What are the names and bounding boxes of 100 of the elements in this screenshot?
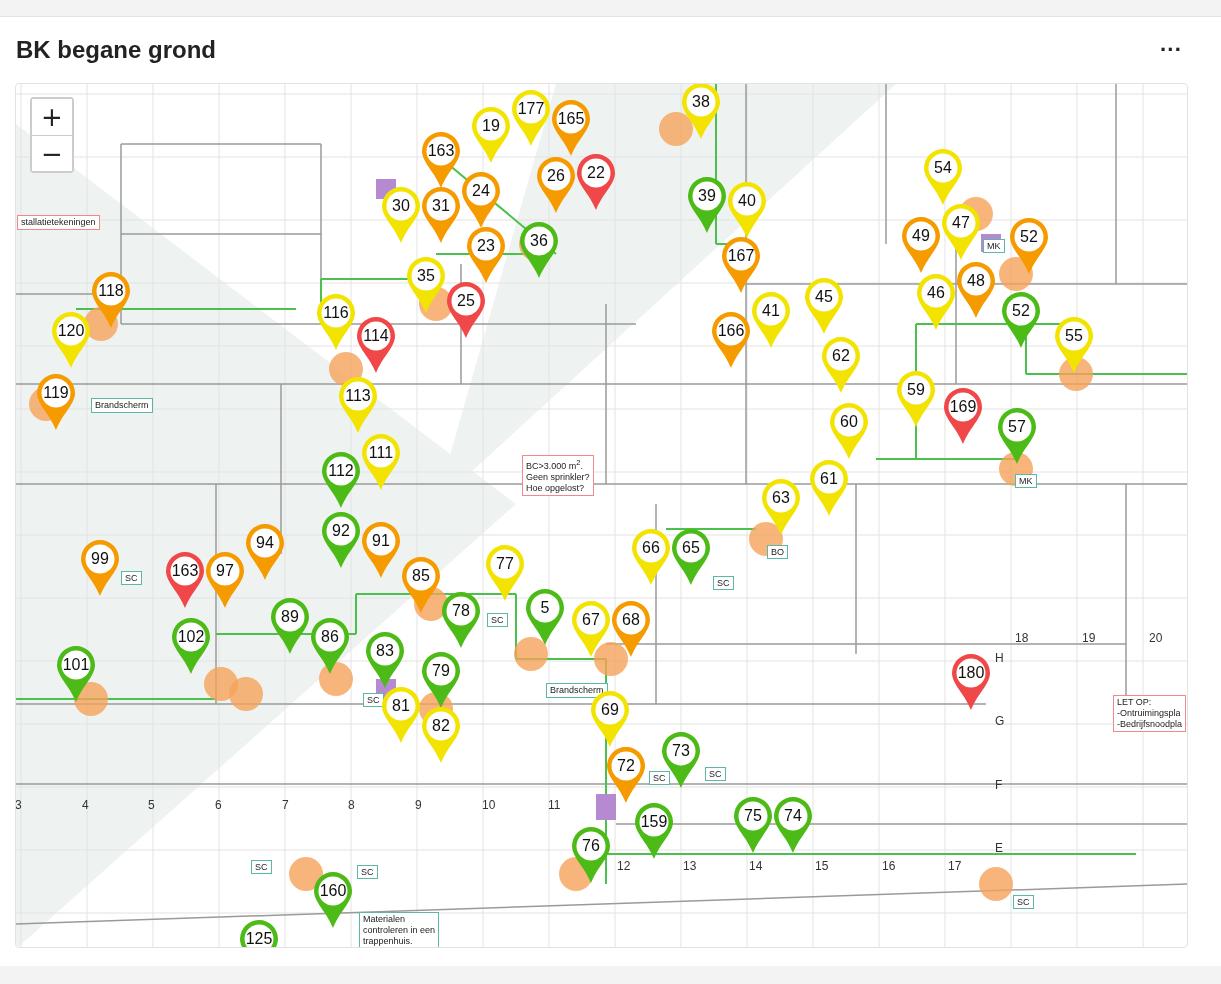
grid-axis-label: 4 [82,798,89,812]
map-pin[interactable]: 177 [511,89,551,147]
map-pin[interactable]: 61 [809,459,849,517]
more-menu-button[interactable]: ··· [1154,37,1188,63]
map-pin[interactable]: 112 [321,451,361,509]
map-pin[interactable]: 102 [171,617,211,675]
map-pin[interactable]: 97 [205,551,245,609]
map-pin[interactable]: 111 [361,433,401,491]
map-pin[interactable]: 25 [446,281,486,339]
zoom-out-button[interactable]: − [32,135,72,171]
map-pin[interactable]: 125 [239,919,279,947]
map-pin[interactable]: 41 [751,291,791,349]
grid-axis-label: 13 [683,859,697,873]
grid-axis-label: 15 [815,859,829,873]
map-pin[interactable]: 48 [956,261,996,319]
map-pin[interactable]: 85 [401,556,441,614]
map-annotation: BC>3.000 m$^{2}$. Geen sprinkler? Hoe opgelost? [522,455,594,496]
map-pin[interactable]: 163 [165,551,205,609]
map-pin[interactable]: 79 [421,651,461,709]
map-pin[interactable]: 94 [245,523,285,581]
map-pin[interactable]: 74 [773,796,813,854]
map-pin[interactable]: 101 [56,645,96,703]
map-pin[interactable]: 31 [421,186,461,244]
map-pin[interactable]: 89 [270,597,310,655]
map-pin[interactable]: 78 [441,591,481,649]
map-pin[interactable]: 72 [606,746,646,804]
grid-axis-label: 5 [148,798,155,812]
map-tag: BO [767,545,788,559]
grid-axis-label: 19 [1082,631,1096,645]
map-pin[interactable]: 35 [406,256,446,314]
map-pin[interactable]: 165 [551,99,591,157]
map-pin[interactable]: 83 [365,631,405,689]
map-pin[interactable]: 47 [941,203,981,261]
grid-axis-label: 7 [282,798,289,812]
grid-axis-label: 17 [948,859,962,873]
map-pin[interactable]: 166 [711,311,751,369]
map-pin[interactable]: 66 [631,528,671,586]
map-pin[interactable]: 119 [36,373,76,431]
map-pin[interactable]: 54 [923,148,963,206]
map-pin[interactable]: 57 [997,407,1037,465]
map-tag: SC [713,576,734,590]
map-pin[interactable]: 40 [727,181,767,239]
map-pin[interactable]: 38 [681,84,721,140]
map-pin[interactable]: 91 [361,521,401,579]
map-pin[interactable]: 167 [721,236,761,294]
map-pin[interactable]: 24 [461,171,501,229]
map-pin[interactable]: 39 [687,176,727,234]
map-pin[interactable]: 120 [51,311,91,369]
map-pin[interactable]: 19 [471,106,511,164]
map-pin[interactable]: 46 [916,273,956,331]
map-pin[interactable]: 55 [1054,316,1094,374]
map-pin[interactable]: 36 [519,221,559,279]
map-pin[interactable]: 99 [80,539,120,597]
map-pin[interactable]: 23 [466,226,506,284]
map-pin[interactable]: 49 [901,216,941,274]
map-pin[interactable]: 26 [536,156,576,214]
map-pin[interactable]: 63 [761,478,801,536]
map-pin[interactable]: 62 [821,336,861,394]
map-pin[interactable]: 45 [804,277,844,335]
map-pin[interactable]: 68 [611,600,651,658]
map-tag: SC [251,860,272,874]
map-pin[interactable]: 59 [896,370,936,428]
card-title: BK begane grond [16,36,216,64]
map-pin[interactable]: 92 [321,511,361,569]
map-pin[interactable]: 159 [634,802,674,860]
map-tag: SC [357,865,378,879]
map-pin[interactable]: 82 [421,706,461,764]
map-tag: SC [363,693,384,707]
grid-axis-label: 6 [215,798,222,812]
grid-axis-label: 9 [415,798,422,812]
map-pin[interactable]: 76 [571,826,611,884]
map-pin[interactable]: 5 [525,588,565,646]
map-pin[interactable]: 75 [733,796,773,854]
map-pin[interactable]: 163 [421,131,461,189]
grid-axis-label: 12 [617,859,631,873]
map-pin[interactable]: 114 [356,316,396,374]
map-pin[interactable]: 118 [91,271,131,329]
grid-axis-label: H [995,651,1004,665]
map-pin[interactable]: 77 [485,544,525,602]
grid-axis-label: 8 [348,798,355,812]
map-pin[interactable]: 67 [571,600,611,658]
map-pin[interactable]: 113 [338,376,378,434]
map-pin[interactable]: 160 [313,871,353,929]
map-tag: SC [487,613,508,627]
map-pin[interactable]: 52 [1001,291,1041,349]
map-pin[interactable]: 65 [671,528,711,586]
map-pin[interactable]: 180 [951,653,991,711]
map-pin[interactable]: 86 [310,617,350,675]
map-annotation: LET OP: -Ontruimingspla -Bedrijfsnoodpla [1113,695,1187,732]
grid-axis-label: 11 [548,798,561,812]
map-pin[interactable]: 60 [829,402,869,460]
map-pin[interactable]: 22 [576,153,616,211]
map-pin[interactable]: 81 [381,686,421,744]
grid-axis-label: 20 [1149,631,1163,645]
grid-axis-label: 18 [1015,631,1029,645]
map-pin[interactable]: 52 [1009,217,1049,275]
map-pin[interactable]: 30 [381,186,421,244]
map-pin[interactable]: 116 [316,293,356,351]
map-pin[interactable]: 169 [943,387,983,445]
map-tag: SC [705,767,726,781]
